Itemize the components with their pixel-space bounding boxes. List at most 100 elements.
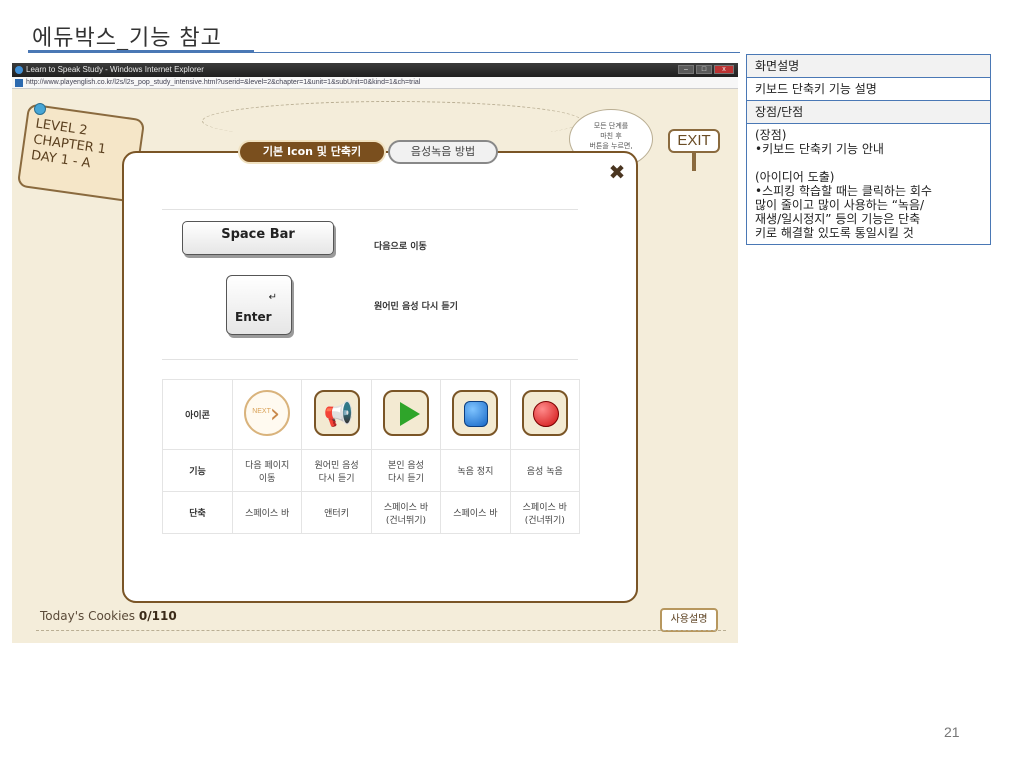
exit-button[interactable]: EXIT	[668, 129, 720, 153]
row-header-shortcut: 단축	[162, 491, 233, 534]
pros-cons-header: 장점/단점	[746, 100, 991, 124]
page-number: 21	[944, 724, 960, 740]
title-underline	[28, 52, 740, 53]
cell-text: 다음 페이지	[245, 460, 290, 471]
cell-text: 본인 음성	[387, 460, 424, 471]
minimize-button[interactable]: –	[678, 65, 694, 74]
cell-text: 스페이스 바	[383, 502, 429, 513]
speech-line: 모든 단계를	[593, 122, 629, 130]
divider	[162, 209, 578, 210]
cookie-counter: Today's Cookies 0/110	[40, 609, 177, 623]
dashed-path	[202, 101, 582, 141]
row-header-icon: 아이콘	[162, 379, 233, 450]
description-panel: 화면설명 키보드 단축키 기능 설명 장점/단점 (장점) •키보드 단축키 기…	[746, 54, 991, 245]
body-line: 재생/일시정지” 등의 기능은 단축	[755, 212, 921, 226]
row-header-function: 기능	[162, 449, 233, 492]
browser-title-bar: Learn to Speak Study - Windows Internet …	[12, 63, 738, 77]
cell-text: 다시 듣기	[318, 473, 355, 484]
exit-sign-post	[692, 153, 696, 171]
body-line	[755, 156, 982, 170]
body-line: (장점)	[755, 128, 787, 142]
help-button[interactable]: 사용설명	[660, 608, 718, 632]
table-cell: 다음 페이지이동	[231, 449, 303, 492]
cell-text: 스페이스 바	[522, 502, 567, 513]
table-cell: 원어민 음성다시 듣기	[301, 449, 372, 492]
cookies-value: 0/110	[138, 609, 177, 623]
screen-description-text: 키보드 단축키 기능 설명	[746, 77, 991, 101]
table-cell: 음성 녹음	[509, 449, 581, 492]
screen-description-header: 화면설명	[746, 54, 991, 78]
table-cell: 스페이스 바	[440, 491, 511, 534]
table-cell	[440, 379, 511, 450]
table-cell: 스페이스 바 (건너뛰기)	[509, 491, 581, 534]
stop-icon	[452, 390, 499, 436]
table-row: (장점) •키보드 단축키 기능 안내 (아이디어 도출) •스피킹 학습할 때…	[746, 123, 991, 245]
pin-icon	[34, 103, 46, 115]
table-cell: 녹음 정지	[440, 449, 511, 492]
game-area: LEVEL 2 CHAPTER 1 DAY 1 - A 모든 단계를 마친 후 …	[12, 89, 738, 643]
table-row: 아이콘 NEXT › 📢	[162, 379, 581, 450]
table-row: 화면설명	[746, 54, 991, 78]
browser-window-title: Learn to Speak Study - Windows Internet …	[26, 65, 204, 74]
table-row: 키보드 단축키 기능 설명	[746, 77, 991, 101]
body-line: 키로 해결할 있도록 통일시킬 것	[755, 226, 914, 240]
slide-title: 에듀박스_기능 참고	[32, 26, 222, 51]
enter-key-label: Enter	[235, 310, 272, 324]
table-row: 장점/단점	[746, 100, 991, 124]
enter-arrow-icon: ↵	[268, 292, 277, 303]
address-url: http://www.playenglish.co.kr/l2s/l2s_pop…	[26, 79, 421, 86]
table-row: 단축 스페이스 바 앤터키 스페이스 바 (건너뛰기) 스페이스 바 스페이스 바…	[162, 491, 581, 534]
page-icon	[15, 79, 23, 87]
cell-text: (건너뛰기)	[524, 515, 565, 526]
divider	[162, 359, 578, 360]
icon-function-table: 아이콘 NEXT › 📢 기능 다음 페이지 이동 원어민 음성 다시 듣기 본…	[162, 379, 581, 534]
address-bar[interactable]: http://www.playenglish.co.kr/l2s/l2s_pop…	[12, 77, 738, 89]
cell-text: 원어민 음성	[314, 460, 359, 471]
play-icon	[382, 390, 429, 436]
table-row: 기능 다음 페이지이동 원어민 음성다시 듣기 본인 음성다시 듣기 녹음 정지…	[162, 449, 581, 492]
cell-text: 스페이스 바	[245, 509, 290, 519]
close-icon[interactable]: ✖	[606, 161, 628, 183]
shortcut-help-modal: 기본 Icon 및 단축키 음성녹음 방법 ✖ Space Bar 다음으로 이…	[122, 140, 638, 603]
table-cell: NEXT ›	[231, 379, 303, 450]
speech-line: 버튼을 누르면,	[589, 142, 633, 150]
cell-text: 이동	[258, 473, 276, 484]
window-controls: – □ x	[678, 65, 734, 74]
tab-voice-recording[interactable]: 음성녹음 방법	[388, 140, 498, 164]
cell-text: 스페이스 바	[453, 509, 498, 519]
table-cell: 스페이스 바 (건너뛰기)	[370, 491, 442, 534]
next-icon: NEXT ›	[244, 390, 291, 436]
table-cell	[370, 379, 442, 450]
cell-text: 앤터키	[324, 509, 349, 519]
tab-basic-icons[interactable]: 기본 Icon 및 단축키	[238, 140, 386, 164]
next-icon-text: NEXT	[252, 408, 271, 415]
body-line: 많이 줄이고 많이 사용하는 “녹음/	[755, 198, 925, 212]
body-line: •키보드 단축키 기능 안내	[755, 142, 884, 156]
dashed-path-bottom	[36, 630, 726, 631]
table-cell: 📢	[301, 379, 372, 450]
speech-line: 마친 후	[600, 132, 622, 140]
cookies-label: Today's Cookies	[40, 609, 136, 623]
space-bar-description: 다음으로 이동	[374, 242, 427, 252]
body-line: (아이디어 도출)	[755, 170, 835, 184]
pros-cons-body: (장점) •키보드 단축키 기능 안내 (아이디어 도출) •스피킹 학습할 때…	[746, 123, 991, 245]
maximize-button[interactable]: □	[696, 65, 712, 74]
cell-text: 음성 녹음	[526, 467, 563, 477]
megaphone-icon: 📢	[313, 390, 360, 436]
record-icon	[521, 390, 568, 436]
app-screenshot: Learn to Speak Study - Windows Internet …	[12, 63, 738, 643]
ie-icon	[15, 66, 23, 74]
enter-key: ↵ Enter	[226, 275, 292, 335]
table-cell: 앤터키	[301, 491, 372, 534]
cell-text: (건너뛰기)	[385, 515, 427, 526]
title-underline-accent	[28, 50, 254, 52]
table-cell	[509, 379, 581, 450]
space-bar-key: Space Bar	[182, 221, 334, 255]
body-line: •스피킹 학습할 때는 클릭하는 회수	[755, 184, 932, 198]
table-cell: 본인 음성다시 듣기	[370, 449, 442, 492]
enter-description: 원어민 음성 다시 듣기	[374, 302, 458, 312]
cell-text: 녹음 정지	[457, 467, 494, 477]
table-cell: 스페이스 바	[231, 491, 303, 534]
cell-text: 다시 듣기	[387, 473, 424, 484]
window-close-button[interactable]: x	[714, 65, 734, 74]
